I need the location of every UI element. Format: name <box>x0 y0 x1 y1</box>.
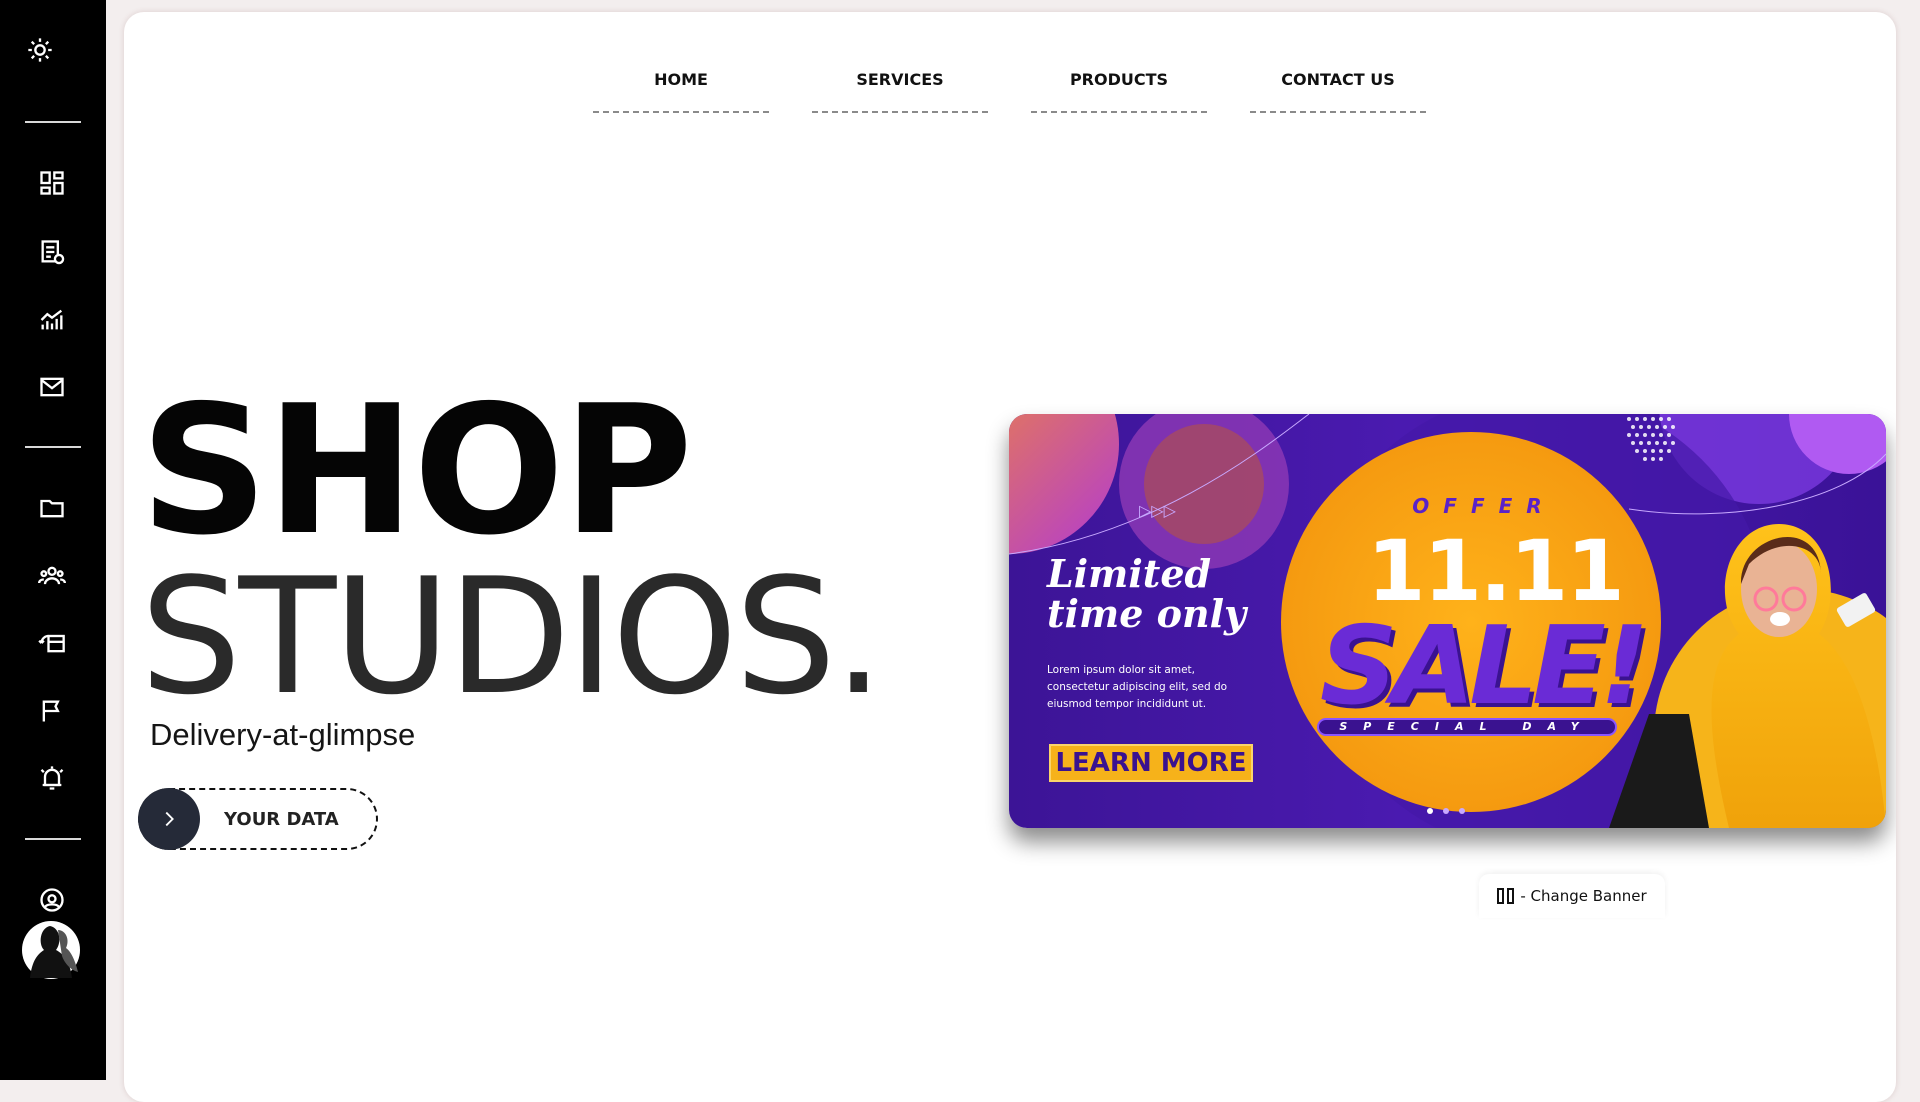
reports-icon[interactable] <box>34 234 70 270</box>
analytics-icon[interactable] <box>34 302 70 338</box>
profile-icon[interactable] <box>34 882 70 918</box>
mail-icon[interactable] <box>34 369 70 405</box>
change-banner-button[interactable]: - Change Banner <box>1479 874 1665 918</box>
flag-icon[interactable] <box>34 693 70 729</box>
payments-icon[interactable] <box>34 625 70 661</box>
banner-special-day: SPECIAL DAY <box>1317 718 1617 736</box>
sidebar-divider <box>25 838 81 840</box>
sidebar <box>0 0 106 1080</box>
settings-heart-icon[interactable] <box>22 32 58 68</box>
nav-home[interactable]: HOME <box>593 70 769 113</box>
top-nav: HOME SERVICES PRODUCTS CONTACT US <box>593 70 1426 113</box>
chevron-right-icon <box>138 788 200 850</box>
sidebar-divider <box>25 121 81 123</box>
main-card: HOME SERVICES PRODUCTS CONTACT US SHOP S… <box>124 12 1896 1102</box>
banner-sale: SALE! <box>1319 604 1649 729</box>
nav-services[interactable]: SERVICES <box>812 70 988 113</box>
pause-icon <box>1497 888 1515 904</box>
svg-text:▷▷▷: ▷▷▷ <box>1139 501 1177 520</box>
hero-title-line2: STUDIOS. <box>140 543 884 730</box>
banner-headline: Limited time only <box>1047 551 1247 636</box>
folder-icon[interactable] <box>34 490 70 526</box>
carousel-dot[interactable] <box>1459 808 1465 814</box>
learn-more-button[interactable]: LEARN MORE <box>1049 744 1253 782</box>
hero-tagline: Delivery-at-glimpse <box>150 717 416 752</box>
nav-contact-us[interactable]: CONTACT US <box>1250 70 1426 113</box>
your-data-button[interactable]: YOUR DATA <box>138 788 378 850</box>
dashboard-icon[interactable] <box>34 165 70 201</box>
hero-title-line1: SHOP <box>140 367 693 574</box>
nav-products[interactable]: PRODUCTS <box>1031 70 1207 113</box>
promo-banner[interactable]: ▷▷▷ Limited time only Lorem ipsum dolor … <box>1009 414 1886 828</box>
banner-offer: OFFER <box>1412 494 1556 518</box>
sidebar-divider <box>25 446 81 448</box>
carousel-dot[interactable] <box>1427 808 1433 814</box>
carousel-dot[interactable] <box>1443 808 1449 814</box>
alarm-icon[interactable] <box>34 760 70 796</box>
your-data-label: YOUR DATA <box>224 809 339 830</box>
change-banner-label: - Change Banner <box>1520 887 1647 905</box>
team-icon[interactable] <box>34 558 70 594</box>
banner-body: Lorem ipsum dolor sit amet, consectetur … <box>1047 664 1228 710</box>
carousel-dots <box>1427 808 1465 814</box>
avatar[interactable] <box>20 920 82 980</box>
